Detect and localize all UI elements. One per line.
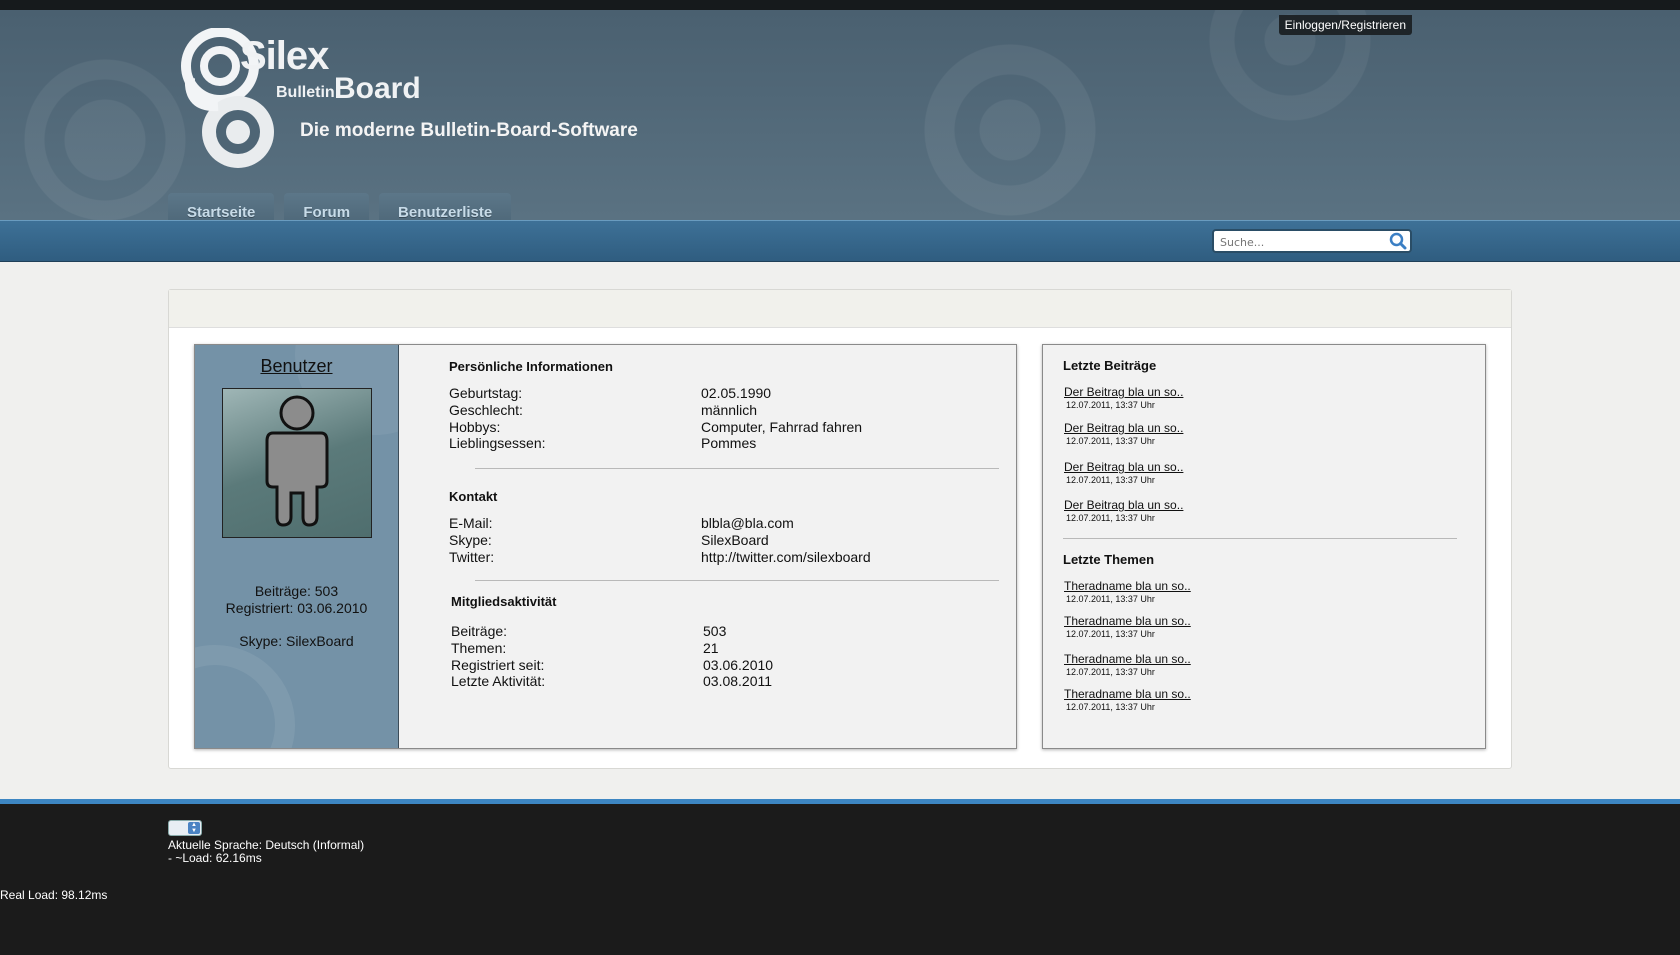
info-value: männlich [701, 402, 758, 418]
info-label: Registriert seit: [451, 657, 545, 673]
info-label: Beiträge: [451, 623, 508, 639]
tab-startseite[interactable]: Startseite [168, 193, 275, 220]
list-item: Theradname bla un so.. 12.07.2011, 13:37 … [1064, 579, 1191, 604]
profile-username[interactable]: Benutzer [195, 356, 398, 377]
list-item: Der Beitrag bla un so.. 12.07.2011, 13:37… [1064, 385, 1183, 410]
load-time: - ~Load: 62.16ms [168, 851, 262, 865]
site-header: Einloggen/Registrieren Silex Bulletin Bo… [0, 10, 1680, 220]
recent-post-date: 12.07.2011, 13:37 Uhr [1066, 513, 1155, 523]
real-load-time: Real Load: 98.12ms [0, 888, 108, 902]
avatar [221, 388, 372, 538]
search-input[interactable] [1218, 231, 1390, 253]
nav-bar [0, 220, 1680, 262]
recent-post-link[interactable]: Der Beitrag bla un so.. [1064, 385, 1183, 399]
language-select[interactable]: ▲ ▼ [168, 820, 202, 836]
info-label: Twitter: [449, 549, 495, 565]
select-arrows-icon: ▲ ▼ [188, 822, 200, 834]
main-nav: Startseite Forum Benutzerliste [168, 193, 512, 220]
site-logo[interactable]: Silex Bulletin Board Die moderne Bulleti… [178, 28, 738, 173]
recent-topic-date: 12.07.2011, 13:37 Uhr [1066, 667, 1155, 677]
recent-topics-title: Letzte Themen [1063, 552, 1155, 567]
section-title-activity: Mitgliedsaktivität [451, 594, 557, 609]
list-item: Der Beitrag bla un so.. 12.07.2011, 13:37… [1064, 460, 1183, 485]
info-value: http://twitter.com/silexboard [701, 549, 871, 565]
info-label: Skype: [449, 532, 492, 548]
list-item: Theradname bla un so.. 12.07.2011, 13:37 … [1064, 614, 1191, 639]
info-value: 21 [703, 640, 719, 656]
login-register-link[interactable]: Einloggen/Registrieren [1278, 15, 1412, 35]
site-tagline: Die moderne Bulletin-Board-Software [300, 120, 638, 141]
recent-topic-link[interactable]: Theradname bla un so.. [1064, 614, 1191, 628]
profile-posts: Beiträge: 503 [254, 583, 339, 599]
divider [475, 580, 999, 581]
info-value: Pommes [701, 435, 757, 451]
recent-topic-date: 12.07.2011, 13:37 Uhr [1066, 594, 1155, 604]
info-label: Hobbys: [449, 419, 501, 435]
recent-post-link[interactable]: Der Beitrag bla un so.. [1064, 498, 1183, 512]
recent-post-link[interactable]: Der Beitrag bla un so.. [1064, 460, 1183, 474]
profile-panel: Benutzer Beiträge: 503 Registriert: 03.0… [194, 344, 1017, 749]
recent-post-date: 12.07.2011, 13:37 Uhr [1066, 400, 1155, 410]
tab-benutzerliste[interactable]: Benutzerliste [379, 193, 512, 220]
profile-skype: Skype: SilexBoard [239, 633, 354, 649]
logo-text-bulletin: Bulletin [276, 84, 335, 101]
profile-sidebar: Benutzer Beiträge: 503 Registriert: 03.0… [195, 345, 399, 748]
list-item: Der Beitrag bla un so.. 12.07.2011, 13:37… [1064, 421, 1183, 446]
profile-stats: Beiträge: 503 Registriert: 03.06.2010 [195, 583, 398, 617]
recent-post-date: 12.07.2011, 13:37 Uhr [1066, 436, 1155, 446]
tab-forum[interactable]: Forum [284, 193, 370, 220]
recent-topic-date: 12.07.2011, 13:37 Uhr [1066, 629, 1155, 639]
list-item: Theradname bla un so.. 12.07.2011, 13:37 … [1064, 687, 1191, 712]
current-language: Aktuelle Sprache: Deutsch (Informal) [168, 838, 365, 852]
section-title-contact: Kontakt [449, 489, 498, 504]
site-footer: ▲ ▼ Aktuelle Sprache: Deutsch (Informal) … [0, 799, 1680, 955]
info-value: 503 [703, 623, 727, 639]
info-label: Lieblingsessen: [449, 435, 546, 451]
recent-topic-link[interactable]: Theradname bla un so.. [1064, 652, 1191, 666]
recent-topic-date: 12.07.2011, 13:37 Uhr [1066, 702, 1155, 712]
info-label: Letzte Aktivität: [451, 673, 546, 689]
recent-topic-link[interactable]: Theradname bla un so.. [1064, 687, 1191, 701]
info-value: 02.05.1990 [701, 385, 772, 401]
info-value: 03.08.2011 [703, 673, 773, 689]
top-strip [0, 0, 1680, 10]
content-header-bar [169, 290, 1511, 328]
section-title-personal: Persönliche Informationen [449, 359, 613, 374]
default-user-avatar-icon [265, 395, 328, 527]
divider [1063, 538, 1457, 539]
info-value: blbla@bla.com [701, 515, 794, 531]
list-item: Der Beitrag bla un so.. 12.07.2011, 13:37… [1064, 498, 1183, 523]
recent-topic-link[interactable]: Theradname bla un so.. [1064, 579, 1191, 593]
info-label: E-Mail: [449, 515, 493, 531]
info-value: SilexBoard [701, 532, 769, 548]
info-label: Themen: [451, 640, 507, 656]
logo-text-silex: Silex [240, 34, 329, 78]
recent-panel: Letzte Beiträge Der Beitrag bla un so.. 1… [1042, 344, 1486, 749]
logo-text-board: Board [334, 72, 421, 105]
info-label: Geburtstag: [449, 385, 523, 401]
list-item: Theradname bla un so.. 12.07.2011, 13:37 … [1064, 652, 1191, 677]
main-content: Benutzer Beiträge: 503 Registriert: 03.0… [168, 289, 1512, 769]
info-label: Geschlecht: [449, 402, 523, 418]
info-value: 03.06.2010 [703, 657, 774, 673]
divider [475, 468, 999, 469]
recent-post-date: 12.07.2011, 13:37 Uhr [1066, 475, 1155, 485]
recent-post-link[interactable]: Der Beitrag bla un so.. [1064, 421, 1183, 435]
recent-posts-title: Letzte Beiträge [1063, 358, 1157, 373]
search-box [1212, 229, 1412, 253]
info-value: Computer, Fahrrad fahren [701, 419, 863, 435]
profile-registered: Registriert: 03.06.2010 [225, 600, 368, 616]
search-icon[interactable] [1389, 232, 1407, 250]
